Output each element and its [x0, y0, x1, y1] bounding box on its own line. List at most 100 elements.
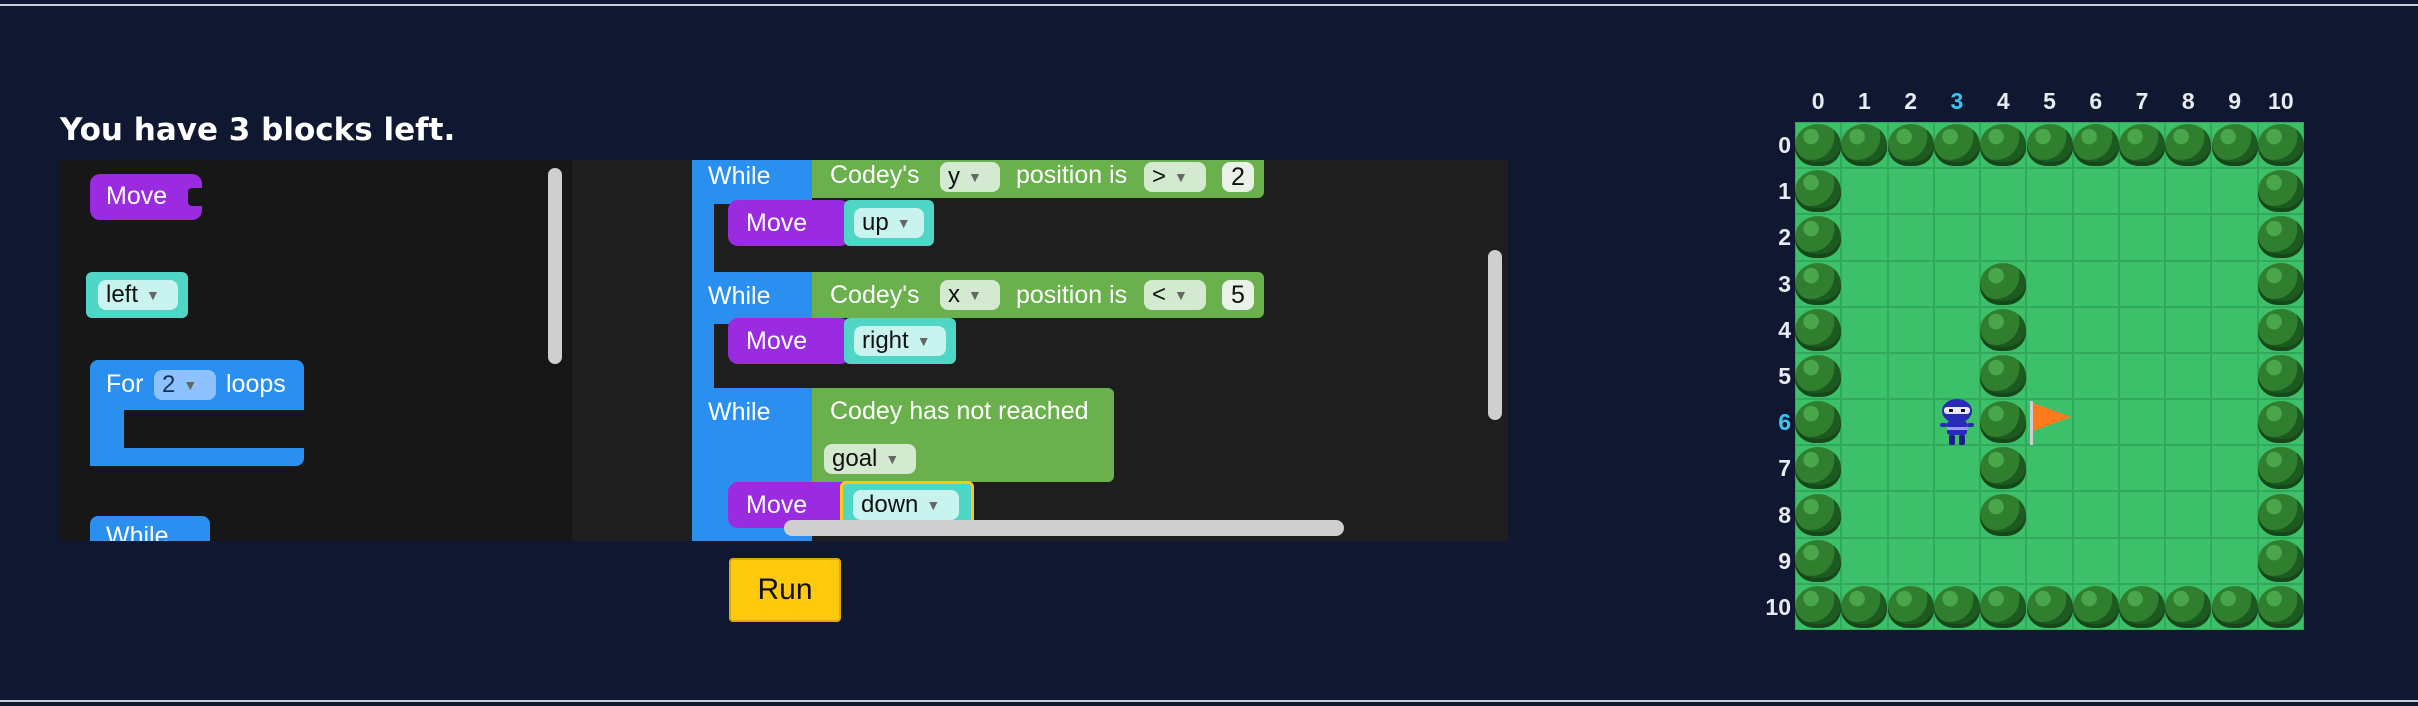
grid-cell	[2211, 491, 2258, 538]
while-label: While	[708, 398, 771, 426]
grid-cell	[2118, 214, 2166, 261]
direction-block-2[interactable]: right ▼	[844, 318, 956, 364]
move-block-1[interactable]: Move	[728, 200, 850, 246]
while-block-1-arm	[692, 204, 714, 276]
grid-cell	[2165, 352, 2212, 400]
bush-icon	[1980, 308, 2027, 351]
grid-cell	[2165, 399, 2212, 446]
bush-icon	[2165, 585, 2212, 628]
y-axis-label: 1	[1778, 178, 1791, 205]
grid-cell	[2211, 537, 2258, 584]
bush-icon	[1795, 170, 1842, 213]
bush-icon	[1980, 493, 2027, 536]
grid-cell	[2072, 260, 2119, 307]
grid-cell	[1887, 445, 1934, 492]
while-block-2[interactable]: While	[692, 272, 812, 324]
while-label: While	[106, 522, 169, 541]
target-dropdown[interactable]: goal ▼	[824, 444, 916, 474]
bush-icon	[1795, 124, 1842, 167]
direction-dropdown[interactable]: right ▼	[854, 326, 946, 356]
grid-cell	[2026, 168, 2073, 215]
workspace-horizontal-scrollbar[interactable]	[784, 520, 1344, 536]
for-count-dropdown[interactable]: 2 ▼	[154, 370, 216, 400]
bush-icon	[1887, 585, 1934, 628]
dropdown-arrow-icon: ▼	[1174, 169, 1188, 185]
axis-dropdown[interactable]: x ▼	[940, 280, 1000, 310]
grid-cell	[2026, 306, 2073, 353]
flyout-scrollbar[interactable]	[548, 168, 562, 364]
bush-icon	[2026, 585, 2073, 628]
block-workspace[interactable]: Move left ▼ For 2 ▼ loops While While Co…	[60, 160, 1508, 541]
operator-dropdown[interactable]: < ▼	[1144, 280, 1206, 310]
move-block-2[interactable]: Move	[728, 318, 850, 364]
block-flyout[interactable]: Move left ▼ For 2 ▼ loops While	[60, 160, 572, 541]
grid-cell	[1841, 260, 1888, 307]
grid-cell	[1887, 306, 1934, 353]
bush-icon	[1841, 124, 1888, 167]
y-axis-label: 3	[1778, 270, 1791, 297]
grid-cell	[2118, 537, 2166, 584]
for-block-bottom	[90, 448, 304, 466]
bush-icon	[2257, 447, 2304, 490]
grid-cell	[1933, 214, 1981, 261]
blocks-left-text: You have 3 blocks left.	[60, 112, 456, 148]
value-field[interactable]: 2	[1222, 162, 1254, 192]
while-block-1[interactable]: While	[692, 160, 812, 204]
bush-icon	[2257, 401, 2304, 444]
y-axis-label: 4	[1778, 316, 1791, 343]
bush-icon	[2257, 308, 2304, 351]
dropdown-arrow-icon: ▼	[1174, 287, 1188, 303]
bush-icon	[2257, 355, 2304, 397]
condition-block-1[interactable]: Codey's y ▼ position is > ▼ 2	[812, 160, 1264, 198]
dropdown-arrow-icon: ▼	[183, 377, 198, 393]
bush-icon	[1980, 401, 2027, 444]
axis-dropdown[interactable]: y ▼	[940, 162, 1000, 192]
bush-icon	[2072, 585, 2119, 628]
y-axis-label: 10	[1765, 593, 1791, 620]
grid-cell	[2072, 306, 2119, 353]
grid-cell	[2026, 352, 2073, 400]
bush-icon	[1980, 355, 2027, 397]
direction-dropdown[interactable]: down ▼	[853, 490, 959, 520]
operator-dropdown[interactable]: > ▼	[1144, 162, 1206, 192]
grid-cell	[1933, 352, 1981, 400]
grid-cell	[2118, 352, 2166, 400]
value-field[interactable]: 5	[1222, 280, 1254, 310]
grid-cell	[2211, 260, 2258, 307]
bush-icon	[1795, 401, 1842, 444]
condition-block-2[interactable]: Codey's x ▼ position is < ▼ 5	[812, 272, 1264, 318]
bush-icon	[2211, 585, 2258, 628]
grid-cell	[1841, 352, 1888, 400]
condition-block-3[interactable]: Codey has not reached goal ▼	[812, 388, 1114, 482]
left-direction-dropdown[interactable]: left ▼	[98, 280, 178, 310]
flyout-for-block[interactable]: For 2 ▼ loops	[90, 360, 304, 410]
grid-cell	[1933, 491, 1981, 538]
dropdown-arrow-icon: ▼	[916, 333, 931, 349]
flyout-while-block[interactable]: While	[90, 516, 210, 541]
grid-cell	[2072, 445, 2119, 492]
grid-cell	[1933, 260, 1981, 307]
move-block-label: Move	[106, 182, 168, 210]
loops-label: loops	[226, 370, 286, 398]
bush-icon	[2257, 262, 2304, 305]
grid-cell	[2026, 491, 2073, 538]
bush-icon	[2119, 585, 2166, 628]
grid-cell	[1933, 306, 1981, 353]
grid-cell	[2072, 491, 2119, 538]
flyout-move-block[interactable]: Move	[90, 174, 202, 220]
direction-block-1[interactable]: up ▼	[844, 200, 934, 246]
y-axis-label: 7	[1778, 455, 1791, 482]
workspace-vertical-scrollbar[interactable]	[1488, 250, 1502, 420]
grid-cell	[1933, 168, 1981, 215]
direction-dropdown[interactable]: up ▼	[854, 208, 924, 238]
dropdown-arrow-icon: ▼	[896, 215, 911, 231]
bottom-divider	[0, 700, 2418, 702]
grid-cell	[1887, 491, 1934, 538]
grid-cell	[2026, 260, 2073, 307]
grid-cell	[1887, 352, 1934, 400]
grid-cell	[1887, 399, 1934, 446]
bush-icon	[2119, 124, 2166, 167]
flyout-left-block[interactable]: left ▼	[86, 272, 188, 318]
grid-cell	[1841, 537, 1888, 584]
run-button[interactable]: Run	[729, 558, 841, 622]
